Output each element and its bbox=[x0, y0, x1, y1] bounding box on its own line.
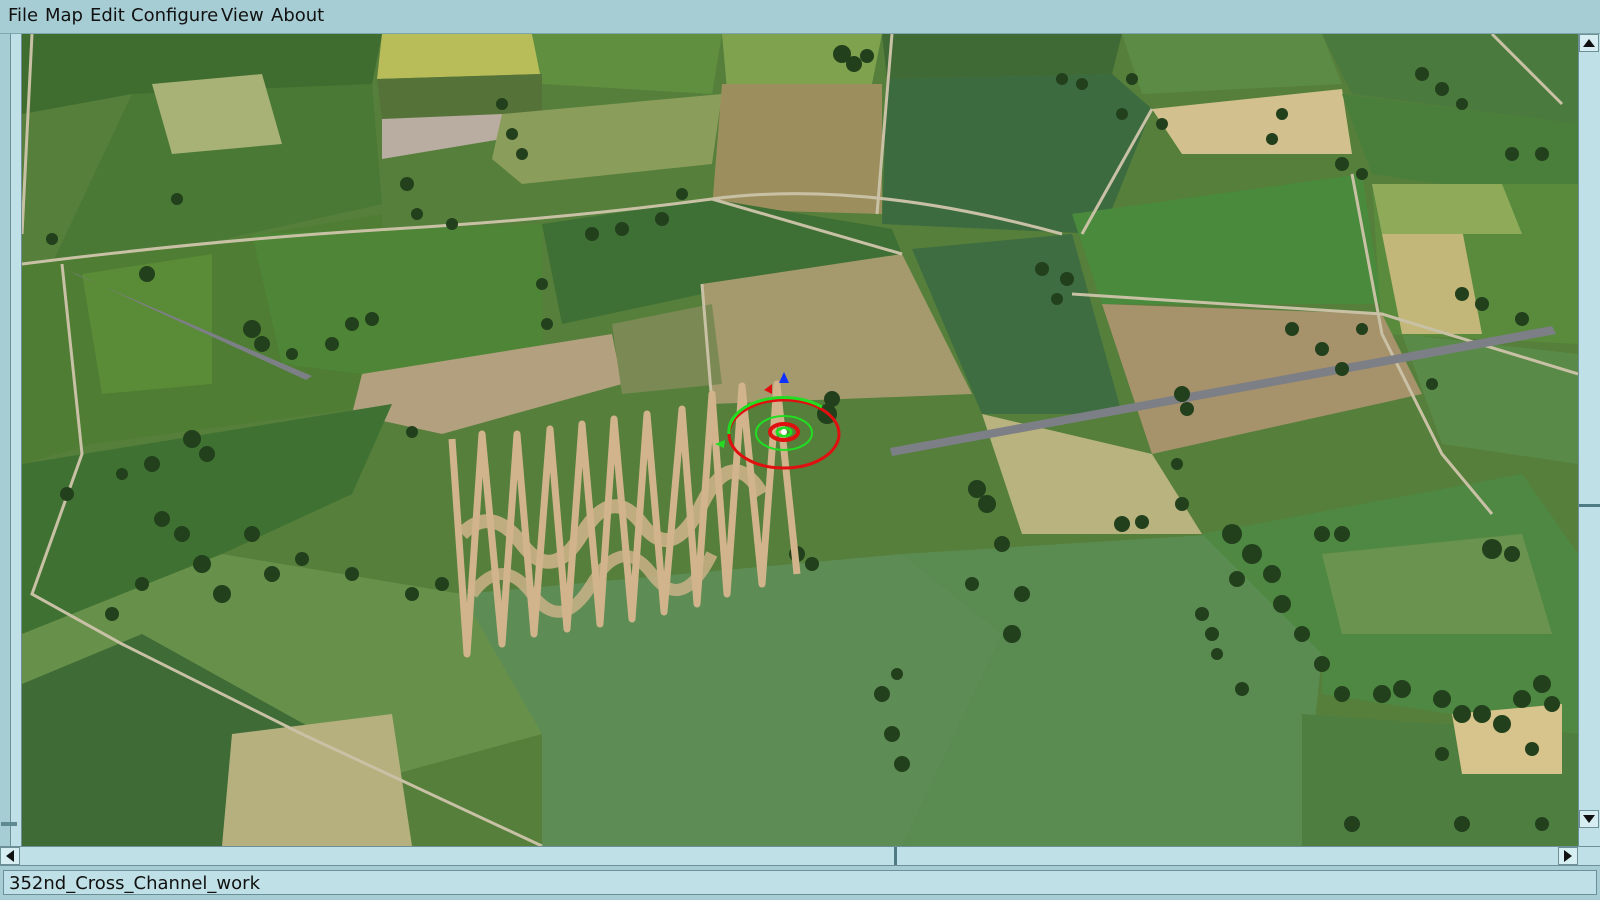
terrain-viewport[interactable] bbox=[22, 34, 1578, 846]
menu-file[interactable]: File bbox=[8, 5, 38, 26]
scroll-left-button[interactable] bbox=[0, 847, 20, 865]
vertical-scrollbar[interactable] bbox=[1578, 34, 1600, 846]
left-sash-handle[interactable] bbox=[1, 822, 17, 826]
arrow-right-icon bbox=[1564, 850, 1572, 862]
menu-map[interactable]: Map bbox=[45, 5, 83, 26]
arrow-up-icon bbox=[1583, 39, 1595, 47]
left-frame bbox=[0, 34, 22, 846]
menu-configure[interactable]: Configure bbox=[131, 5, 218, 26]
scroll-down-button[interactable] bbox=[1579, 810, 1599, 828]
scroll-right-button[interactable] bbox=[1558, 847, 1578, 865]
menu-view[interactable]: View bbox=[221, 5, 264, 26]
status-bar: 352nd_Cross_Channel_work bbox=[0, 866, 1600, 900]
left-frame-border bbox=[10, 34, 22, 846]
menu-about[interactable]: About bbox=[271, 5, 324, 26]
vertical-scroll-thumb[interactable] bbox=[1579, 504, 1600, 507]
arrow-down-icon bbox=[1583, 815, 1595, 823]
horizontal-scrollbar[interactable] bbox=[0, 846, 1600, 866]
status-field: 352nd_Cross_Channel_work bbox=[3, 870, 1597, 895]
arrow-left-icon bbox=[6, 850, 14, 862]
menu-bar: File Map Edit Configure View About bbox=[0, 0, 1600, 34]
terrain-scene[interactable] bbox=[22, 34, 1578, 846]
menu-edit[interactable]: Edit bbox=[90, 5, 125, 26]
scroll-up-button[interactable] bbox=[1579, 34, 1599, 52]
horizontal-scroll-thumb[interactable] bbox=[894, 847, 897, 865]
status-text: 352nd_Cross_Channel_work bbox=[9, 873, 260, 894]
